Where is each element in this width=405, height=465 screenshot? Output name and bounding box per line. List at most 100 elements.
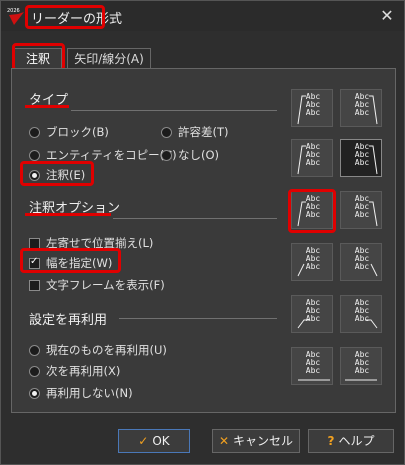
leader-preview-icon: AbcAbcAbc xyxy=(297,246,321,277)
type-separator xyxy=(71,110,277,111)
leader-style-button-10[interactable]: Abc Abc Abc xyxy=(340,295,382,333)
leader-style-button-7[interactable]: Abc Abc Abc xyxy=(291,243,333,281)
ok-button[interactable]: ✓ OK xyxy=(118,429,190,453)
leader-preview-icon: AbcAbcAbc xyxy=(297,142,321,175)
ok-button-label: OK xyxy=(152,434,170,448)
radio-no-reuse[interactable]: 再利用しない(N) xyxy=(29,385,133,401)
leader-style-button-2[interactable]: Abc Abc Abc xyxy=(340,89,382,127)
radio-tolerance[interactable]: 許容差(T) xyxy=(161,124,229,140)
radio-copy-entity-label: エンティティをコピー(C) xyxy=(46,148,177,162)
leader-style-button-5[interactable]: Abc Abc Abc xyxy=(291,191,333,229)
leader-style-button-1[interactable]: Abc Abc Abc xyxy=(291,89,333,127)
radio-tolerance-control[interactable] xyxy=(161,127,172,138)
title-bar: 2026 リーダーの形式 ✕ xyxy=(1,1,404,31)
checkbox-show-frame-control[interactable] xyxy=(29,280,40,291)
help-question-icon: ? xyxy=(327,434,335,448)
radio-none-control[interactable] xyxy=(161,150,172,161)
reuse-section-title: 設定を再利用 xyxy=(29,313,108,328)
leader-style-button-6[interactable]: Abc Abc Abc xyxy=(340,191,382,229)
preview-text: Abc xyxy=(306,158,321,167)
cancel-button[interactable]: ✕ キャンセル xyxy=(212,429,300,453)
leader-line xyxy=(370,263,378,277)
preview-text: Abc xyxy=(306,210,321,219)
radio-annotation-control[interactable] xyxy=(29,170,40,181)
preview-text: Abc xyxy=(306,366,321,375)
checkbox-specify-width[interactable]: 幅を指定(W) xyxy=(29,255,112,271)
tab-annotation-label: 注釈 xyxy=(25,52,50,66)
radio-tolerance-label: 許容差(T) xyxy=(178,125,229,139)
preview-text: Abc xyxy=(306,262,321,271)
preview-text: Abc xyxy=(355,314,370,323)
preview-text: Abc xyxy=(355,210,370,219)
leader-line xyxy=(369,95,378,125)
checkbox-left-align[interactable]: 左寄せで位置揃え(L) xyxy=(29,235,153,251)
checkbox-left-align-label: 左寄せで位置揃え(L) xyxy=(46,236,154,250)
radio-block-control[interactable] xyxy=(29,127,40,138)
app-logo-icon: 2026 xyxy=(6,6,26,26)
leader-preview-icon: AbcAbcAbc xyxy=(297,298,321,329)
help-button[interactable]: ? ヘルプ xyxy=(308,429,394,453)
preview-text: Abc xyxy=(355,108,370,117)
radio-no-reuse-control[interactable] xyxy=(29,388,40,399)
radio-copy-entity-control[interactable] xyxy=(29,150,40,161)
leader-line xyxy=(297,263,305,277)
leader-line xyxy=(369,145,378,175)
radio-reuse-current[interactable]: 現在のものを再利用(U) xyxy=(29,342,167,358)
radio-annotation[interactable]: 注釈(E) xyxy=(29,167,85,183)
radio-reuse-next-control[interactable] xyxy=(29,366,40,377)
checkbox-show-frame[interactable]: 文字フレームを表示(F) xyxy=(29,277,165,293)
annotation-options-separator xyxy=(113,218,277,219)
preview-text: Abc xyxy=(355,158,370,167)
leader-style-button-11[interactable]: Abc Abc Abc xyxy=(291,347,333,385)
leader-style-button-3[interactable]: Abc Abc Abc xyxy=(291,139,333,177)
radio-reuse-next[interactable]: 次を再利用(X) xyxy=(29,363,120,379)
radio-annotation-label: 注釈(E) xyxy=(46,168,86,182)
reuse-separator xyxy=(119,318,277,319)
checkbox-left-align-control[interactable] xyxy=(29,238,40,249)
tab-arrow-line[interactable]: 矢印/線分(A) xyxy=(67,48,151,69)
leader-preview-icon: AbcAbcAbc xyxy=(345,350,377,381)
type-underline xyxy=(25,105,69,108)
check-icon: ✓ xyxy=(138,434,149,448)
radio-block-label: ブロック(B) xyxy=(46,125,109,139)
checkbox-specify-width-label: 幅を指定(W) xyxy=(46,256,113,270)
radio-no-reuse-label: 再利用しない(N) xyxy=(46,386,133,400)
preview-text: Abc xyxy=(306,314,321,323)
close-icon: ✕ xyxy=(380,6,394,25)
leader-style-button-9[interactable]: Abc Abc Abc xyxy=(291,295,333,333)
tab-annotation[interactable]: 注釈 xyxy=(14,48,62,69)
preview-text: Abc xyxy=(306,108,321,117)
checkbox-show-frame-label: 文字フレームを表示(F) xyxy=(46,278,165,292)
radio-reuse-current-label: 現在のものを再利用(U) xyxy=(46,343,167,357)
leader-preview-icon: AbcAbcAbc xyxy=(297,92,321,125)
leader-preview-icon: AbcAbcAbc xyxy=(355,194,378,227)
leader-preview-icon: AbcAbcAbc xyxy=(298,350,330,381)
leader-preview-icon: AbcAbcAbc xyxy=(355,92,378,125)
cancel-button-label: キャンセル xyxy=(233,434,294,448)
svg-text:2026: 2026 xyxy=(7,8,20,14)
help-button-label: ヘルプ xyxy=(338,434,375,448)
leader-line xyxy=(369,201,378,227)
radio-none-label: なし(O) xyxy=(178,148,220,162)
radio-copy-entity[interactable]: エンティティをコピー(C) xyxy=(29,147,177,163)
preview-text: Abc xyxy=(355,366,370,375)
close-button[interactable]: ✕ xyxy=(376,5,398,27)
radio-reuse-next-label: 次を再利用(X) xyxy=(46,364,121,378)
radio-none[interactable]: なし(O) xyxy=(161,147,219,163)
window-title: リーダーの形式 xyxy=(31,12,123,27)
cancel-x-icon: ✕ xyxy=(218,434,230,448)
leader-style-button-4[interactable]: Abc Abc Abc xyxy=(340,139,382,177)
radio-reuse-current-control[interactable] xyxy=(29,345,40,356)
leader-preview-icon: AbcAbcAbc xyxy=(297,194,321,227)
leader-preview-icon: AbcAbcAbc xyxy=(355,246,378,277)
radio-block[interactable]: ブロック(B) xyxy=(29,124,109,140)
preview-text: Abc xyxy=(355,262,370,271)
leader-format-dialog: 2026 リーダーの形式 ✕ 注釈 矢印/線分(A) タイプ ブロック(B) 許… xyxy=(0,0,405,465)
leader-preview-icon: AbcAbcAbc xyxy=(355,142,378,175)
checkbox-specify-width-control[interactable] xyxy=(29,256,40,269)
tab-arrow-line-label: 矢印/線分(A) xyxy=(74,52,144,66)
leader-style-button-8[interactable]: Abc Abc Abc xyxy=(340,243,382,281)
leader-preview-icon: AbcAbcAbc xyxy=(355,298,378,329)
annotation-options-underline xyxy=(25,213,111,216)
leader-style-button-12[interactable]: Abc Abc Abc xyxy=(340,347,382,385)
